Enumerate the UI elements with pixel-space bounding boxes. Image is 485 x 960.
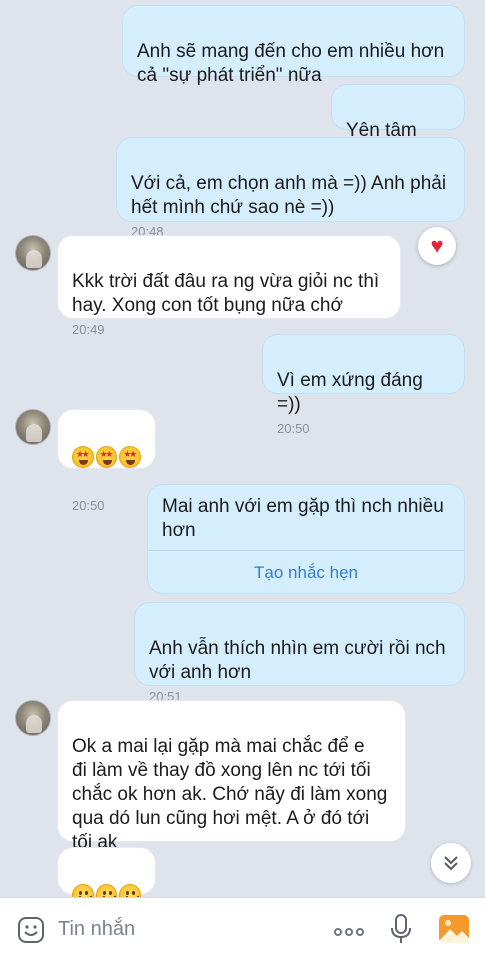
message-bubble-incoming[interactable] <box>57 847 156 897</box>
star-struck-emoji-icon <box>95 446 118 468</box>
smiling-emoji-icon <box>72 884 94 897</box>
message-text: Mai anh với em gặp thì nch nhiều hơn <box>162 496 444 541</box>
message-text: Kkk trời đất đâu ra ng vừa giỏi nc thì h… <box>72 271 380 316</box>
contact-avatar[interactable] <box>15 235 51 271</box>
message-text: Với cả, em chọn anh mà =)) Anh phải hết … <box>131 173 447 218</box>
message-bubble-outgoing[interactable]: Anh vẫn thích nhìn em cười rồi nch với a… <box>134 602 465 704</box>
message-bubble-outgoing[interactable]: Với cả, em chọn anh mà =)) Anh phải hết … <box>116 137 465 239</box>
message-text: Anh vẫn thích nhìn em cười rồi nch với a… <box>149 638 446 683</box>
smiling-emoji-icon <box>95 884 118 897</box>
photo-icon[interactable] <box>438 914 470 944</box>
scroll-to-bottom-button[interactable] <box>431 843 471 883</box>
message-text: Ok a mai lại gặp mà mai chắc để e đi làm… <box>72 736 388 853</box>
message-timestamp: 20:50 <box>277 421 310 436</box>
message-bubble-outgoing[interactable]: Anh sẽ mang đến cho em nhiều hơn cả "sự … <box>122 5 465 86</box>
star-struck-emoji-icon <box>72 446 94 468</box>
message-bubble-outgoing[interactable]: Vì em xứng đáng =)) 20:50 <box>262 334 465 436</box>
emoji-message <box>72 446 142 468</box>
message-text: Anh sẽ mang đến cho em nhiều hơn cả "sự … <box>137 41 445 86</box>
message-bubble-incoming[interactable]: Ok a mai lại gặp mà mai chắc để e đi làm… <box>57 700 406 853</box>
create-reminder-button[interactable]: Tạo nhắc hẹn <box>148 551 464 593</box>
contact-avatar[interactable] <box>15 409 51 445</box>
message-thread[interactable]: Anh sẽ mang đến cho em nhiều hơn cả "sự … <box>0 0 485 897</box>
message-bubble-outgoing[interactable]: Yên tâm nha <box>331 84 465 165</box>
microphone-icon[interactable] <box>390 914 412 944</box>
message-composer: Tin nhắn <box>0 897 485 960</box>
message-text: Vì em xứng đáng =)) <box>277 370 423 415</box>
more-icon[interactable] <box>334 928 364 936</box>
contact-avatar[interactable] <box>15 700 51 736</box>
sticker-icon[interactable] <box>17 916 45 944</box>
message-bubble-with-reminder[interactable]: Mai anh với em gặp thì nch nhiều hơn Tạo… <box>147 484 465 594</box>
star-struck-emoji-icon <box>119 446 142 468</box>
double-chevron-down-icon <box>444 856 458 871</box>
emoji-message <box>72 884 142 897</box>
heart-icon: ♥ <box>430 233 444 258</box>
message-bubble-incoming[interactable]: Kkk trời đất đâu ra ng vừa giỏi nc thì h… <box>57 235 401 337</box>
heart-reaction-badge[interactable]: ♥ <box>418 227 456 265</box>
message-bubble-incoming[interactable]: 20:50 <box>57 409 156 513</box>
message-timestamp: 20:50 <box>72 498 105 513</box>
message-input[interactable]: Tin nhắn <box>58 918 135 941</box>
smiling-emoji-icon <box>119 884 142 897</box>
